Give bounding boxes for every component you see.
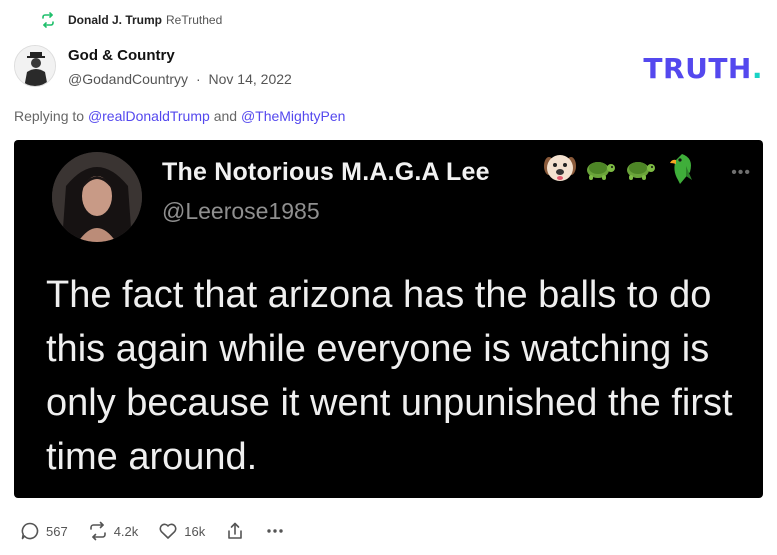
- retruth-label: ReTruthed: [166, 13, 223, 27]
- turtle-icon: [582, 150, 618, 191]
- replying-conjunction: and: [213, 108, 238, 124]
- like-count: 16k: [184, 523, 206, 539]
- truth-logo[interactable]: TRUTH.: [643, 52, 763, 85]
- more-options-button[interactable]: [265, 521, 285, 541]
- truth-post: Donald J. Trump ReTruthed God & Country …: [0, 0, 777, 555]
- replying-to-line: Replying to @realDonaldTrump and @TheMig…: [14, 108, 345, 124]
- like-button[interactable]: 16k: [158, 521, 205, 541]
- reply-icon: [20, 521, 40, 541]
- retruth-user-link[interactable]: Donald J. Trump: [68, 13, 162, 27]
- truth-logo-dot: .: [751, 52, 763, 85]
- author-avatar[interactable]: [14, 45, 56, 87]
- retruth-line: Donald J. Trump ReTruthed: [40, 10, 222, 30]
- heart-icon: [158, 521, 178, 541]
- tweet-display-name: The Notorious M.A.G.A Lee: [162, 158, 490, 186]
- dog-face-icon: [542, 150, 578, 191]
- share-button[interactable]: [225, 521, 245, 541]
- post-date[interactable]: Nov 14, 2022: [209, 71, 292, 87]
- retruth-button[interactable]: 4.2k: [88, 521, 139, 541]
- reply-button[interactable]: 567: [20, 521, 68, 541]
- embedded-tweet-image[interactable]: The Notorious M.A.G.A Lee ••• @Leerose19…: [14, 140, 763, 498]
- retruth-action-icon: [88, 521, 108, 541]
- author-display-name[interactable]: God & Country: [68, 47, 175, 64]
- tweet-emoji-row: [542, 152, 698, 188]
- reply-count: 567: [46, 523, 68, 539]
- replying-prefix: Replying to: [14, 108, 85, 124]
- more-options-icon: [265, 521, 285, 541]
- tweet-body-text: The fact that arizona has the balls to d…: [46, 274, 733, 478]
- truth-logo-text: TRUTH: [643, 52, 752, 85]
- meta-separator: ·: [195, 71, 201, 87]
- retruth-icon: [40, 12, 56, 28]
- share-icon: [225, 521, 245, 541]
- tweet-avatar: [52, 152, 142, 242]
- author-meta: @GodandCountryy · Nov 14, 2022: [68, 71, 292, 87]
- tweet-more-options-icon: •••: [731, 164, 751, 181]
- tweet-handle: @Leerose1985: [162, 198, 320, 224]
- mention-link-themightypen[interactable]: @TheMightyPen: [241, 108, 345, 124]
- turtle-icon: [622, 150, 658, 191]
- author-handle[interactable]: @GodandCountryy: [68, 71, 188, 87]
- retruth-count: 4.2k: [113, 523, 139, 539]
- post-action-bar: 567 4.2k 16k: [20, 517, 305, 545]
- parrot-icon: [662, 150, 698, 191]
- mention-link-realdonaldtrump[interactable]: @realDonaldTrump: [88, 108, 210, 124]
